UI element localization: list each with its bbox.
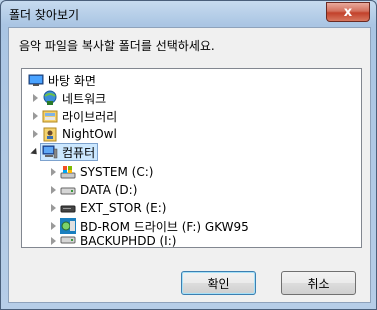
ok-button[interactable]: 확인 (181, 271, 256, 295)
expand-arrow-icon[interactable] (30, 111, 40, 121)
tree-item-label: 컴퓨터 (62, 145, 96, 160)
user-folder-icon (42, 126, 58, 142)
tree-item-label: 라이브러리 (62, 109, 118, 124)
folder-tree[interactable]: 바탕 화면 네트워크 라이브러리 NightOwl 컴퓨터 SYSTEM (C:… (21, 68, 362, 248)
dialog-body: 음악 파일을 복사할 폴더를 선택하세요. 바탕 화면 네트워크 라이브러리 N… (8, 27, 371, 303)
libraries-icon (42, 108, 58, 124)
tree-item-label: BACKUPHDD (I:) (80, 235, 177, 247)
tree-item-nightowl[interactable]: NightOwl (30, 125, 117, 143)
tree-item-desktop[interactable]: 바탕 화면 (26, 71, 96, 89)
expand-arrow-icon[interactable] (30, 93, 40, 103)
bd-rom-drive-icon (60, 218, 76, 234)
expand-arrow-icon[interactable] (48, 185, 58, 195)
tree-item-label: SYSTEM (C:) (80, 165, 154, 179)
collapse-arrow-icon[interactable] (30, 147, 40, 157)
browse-folder-dialog: 폴더 찾아보기 x 음악 파일을 복사할 폴더를 선택하세요. 바탕 화면 네트… (0, 0, 377, 310)
tree-item-label: NightOwl (62, 127, 117, 141)
system-drive-icon (60, 164, 76, 180)
dialog-title: 폴더 찾아보기 (9, 8, 80, 22)
tree-item-drive-e[interactable]: EXT_STOR (E:) (48, 199, 166, 217)
tree-item-network[interactable]: 네트워크 (30, 89, 106, 107)
tree-item-label: BD-ROM 드라이브 (F:) GKW95 (80, 219, 249, 234)
external-drive-icon (60, 200, 76, 216)
network-icon (42, 90, 58, 106)
tree-item-computer[interactable]: 컴퓨터 (30, 143, 99, 161)
close-button[interactable]: x (326, 2, 370, 22)
expand-arrow-icon[interactable] (48, 236, 58, 246)
desktop-icon (28, 72, 44, 88)
close-icon: x (343, 4, 353, 20)
tree-item-label: 바탕 화면 (48, 73, 96, 88)
tree-item-drive-i[interactable]: BACKUPHDD (I:) (48, 235, 176, 247)
selection-highlight: 컴퓨터 (40, 143, 99, 161)
expand-arrow-icon[interactable] (30, 129, 40, 139)
tree-item-label: EXT_STOR (E:) (80, 201, 167, 215)
computer-icon (42, 144, 58, 160)
tree-item-libraries[interactable]: 라이브러리 (30, 107, 117, 125)
prompt-text: 음악 파일을 복사할 폴더를 선택하세요. (19, 39, 215, 53)
expand-arrow-icon[interactable] (48, 167, 58, 177)
hard-drive-icon (60, 235, 76, 247)
tree-item-drive-d[interactable]: DATA (D:) (48, 181, 137, 199)
expand-arrow-icon[interactable] (48, 203, 58, 213)
expand-arrow-icon[interactable] (48, 221, 58, 231)
hard-drive-icon (60, 182, 76, 198)
cancel-button[interactable]: 취소 (281, 271, 356, 295)
tree-item-drive-c[interactable]: SYSTEM (C:) (48, 163, 153, 181)
title-bar[interactable]: 폴더 찾아보기 x (1, 1, 376, 25)
tree-item-label: 네트워크 (62, 91, 107, 106)
tree-item-label: DATA (D:) (80, 183, 138, 197)
tree-item-drive-f[interactable]: BD-ROM 드라이브 (F:) GKW95 (48, 217, 249, 235)
